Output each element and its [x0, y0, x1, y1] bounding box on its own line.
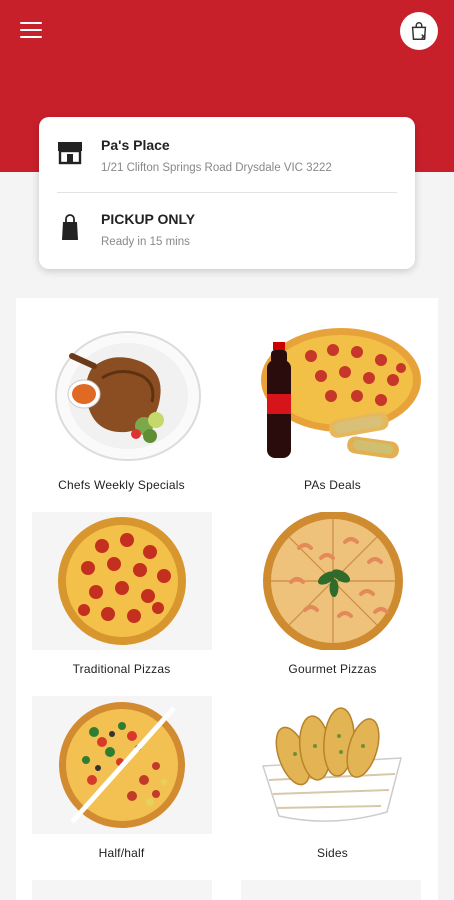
store-address: 1/21 Clifton Springs Road Drysdale VIC 3… [101, 162, 332, 174]
category-next-row-item[interactable] [227, 866, 438, 900]
category-traditional-pizzas[interactable]: Traditional Pizzas [16, 498, 227, 682]
category-label: PAs Deals [304, 478, 361, 492]
category-label: Gourmet Pizzas [288, 662, 377, 676]
steak-plate-image [32, 328, 212, 466]
category-image-partial [32, 880, 212, 900]
storefront-icon [58, 142, 82, 165]
category-image-partial [241, 880, 421, 900]
divider [57, 192, 397, 193]
store-name: Pa's Place [101, 137, 170, 153]
category-sides[interactable]: Sides [227, 682, 438, 866]
pepperoni-pizza-image [32, 512, 212, 650]
hamburger-menu-icon[interactable] [20, 22, 42, 40]
category-label: Chefs Weekly Specials [58, 478, 185, 492]
category-gourmet-pizzas[interactable]: Gourmet Pizzas [227, 498, 438, 682]
order-mode: PICKUP ONLY [101, 211, 196, 227]
category-pas-deals[interactable]: PAs Deals [227, 314, 438, 498]
cart-button[interactable] [400, 12, 438, 50]
category-panel: Chefs Weekly Specials PAs Deals Traditio… [16, 298, 438, 900]
category-label: Sides [316, 846, 349, 860]
pizza-cola-deal-image [241, 328, 421, 466]
category-label: Half/half [98, 846, 145, 860]
store-row[interactable]: Pa's Place 1/21 Clifton Springs Road Dry… [39, 117, 415, 191]
store-info-card: Pa's Place 1/21 Clifton Springs Road Dry… [39, 117, 415, 269]
category-label: Traditional Pizzas [72, 662, 171, 676]
garlic-bread-basket-image [241, 696, 421, 834]
half-half-pizza-image [32, 696, 212, 834]
shopping-bag-cart-icon [411, 22, 427, 40]
order-mode-row[interactable]: PICKUP ONLY Ready in 15 mins [39, 195, 415, 269]
ready-time: Ready in 15 mins [101, 236, 190, 248]
gourmet-pizza-image [241, 512, 421, 650]
shopping-bag-icon [62, 214, 78, 240]
category-chefs-weekly-specials[interactable]: Chefs Weekly Specials [16, 314, 227, 498]
category-half-half[interactable]: Half/half [16, 682, 227, 866]
category-next-row-item[interactable] [16, 866, 227, 900]
